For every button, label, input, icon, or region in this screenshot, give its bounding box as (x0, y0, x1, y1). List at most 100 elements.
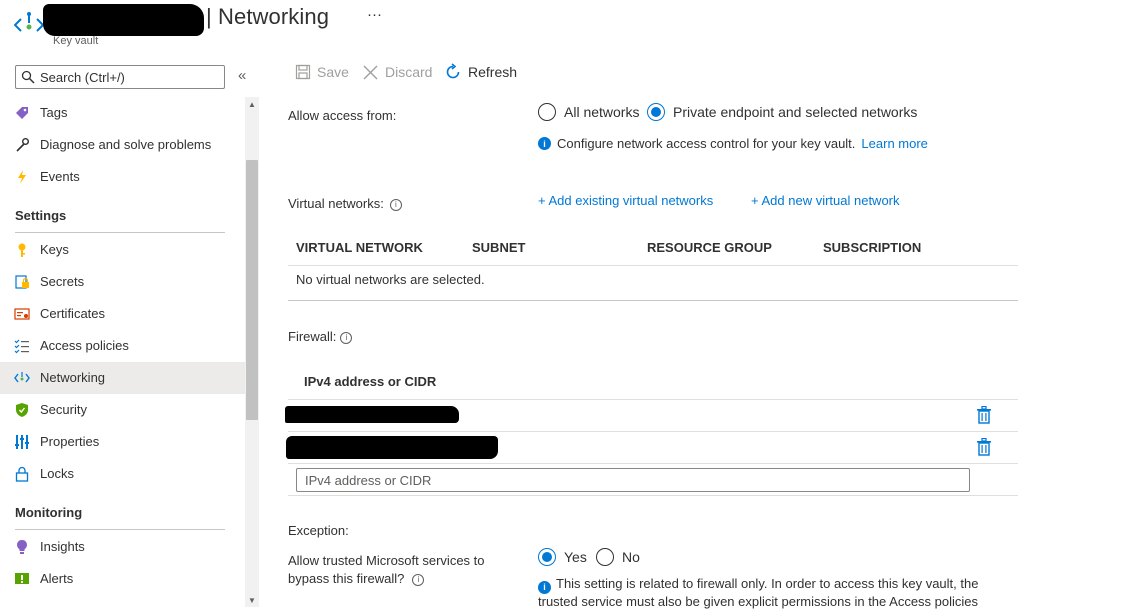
sidebar-item-label: Certificates (40, 306, 106, 321)
sidebar-item-label: Events (40, 169, 80, 184)
exception-label: Exception: (288, 523, 349, 538)
sidebar-item-diagnose[interactable]: Diagnose and solve problems (0, 129, 245, 161)
sidebar-item-events[interactable]: Events (0, 161, 245, 193)
sidebar-item-label: Insights (40, 539, 85, 554)
trusted-services-question-line1: Allow trusted Microsoft services to (288, 553, 485, 568)
exception-note-text: This setting is related to firewall only… (538, 576, 979, 609)
sidebar-item-insights[interactable]: Insights (0, 531, 245, 563)
sidebar-section-monitoring: Monitoring (15, 505, 83, 520)
firewall-label: Firewall: i (288, 329, 353, 344)
tag-icon (14, 105, 30, 121)
column-header-virtual-network[interactable]: VIRTUAL NETWORK (296, 240, 423, 255)
collapse-sidebar-button[interactable]: « (238, 67, 246, 84)
info-icon: i (538, 137, 551, 150)
refresh-label: Refresh (468, 64, 518, 80)
save-button[interactable]: Save (295, 61, 349, 83)
scroll-down-icon[interactable]: ▼ (248, 596, 256, 605)
sidebar-item-tags[interactable]: Tags (0, 97, 245, 129)
radio-exception-no[interactable]: No (596, 548, 640, 566)
scrollbar-thumb[interactable] (246, 160, 258, 420)
access-policies-icon (14, 338, 30, 354)
info-tooltip-icon[interactable]: i (412, 573, 425, 586)
search-icon (21, 70, 35, 84)
delete-icon[interactable] (976, 438, 992, 456)
column-header-resource-group[interactable]: RESOURCE GROUP (647, 240, 772, 255)
table-divider (288, 495, 1018, 496)
exception-note: i This setting is related to firewall onl… (538, 576, 988, 610)
delete-icon[interactable] (976, 406, 992, 424)
radio-label: Private endpoint and selected networks (673, 104, 918, 120)
radio-circle-selected (647, 103, 665, 121)
search-placeholder: Search (Ctrl+/) (40, 70, 125, 85)
info-tooltip-icon[interactable]: i (389, 198, 402, 211)
search-input[interactable]: Search (Ctrl+/) (15, 65, 225, 89)
column-header-subscription[interactable]: SUBSCRIPTION (823, 240, 921, 255)
learn-more-link[interactable]: Learn more (861, 136, 927, 151)
resource-type-label: Key vault (53, 35, 99, 47)
sidebar-item-keys[interactable]: Keys (0, 234, 245, 266)
add-new-vnet-link[interactable]: + Add new virtual network (751, 193, 900, 208)
sidebar-item-networking[interactable]: Networking (0, 362, 245, 394)
sidebar-item-label: Diagnose and solve problems (40, 137, 212, 152)
scroll-up-icon[interactable]: ▲ (248, 100, 256, 109)
refresh-icon (446, 63, 460, 79)
save-label: Save (317, 64, 349, 80)
add-existing-vnet-link[interactable]: + Add existing virtual networks (538, 193, 713, 208)
access-info-text: Configure network access control for you… (557, 136, 856, 151)
save-icon (295, 64, 311, 80)
sidebar-item-alerts[interactable]: Alerts (0, 563, 245, 595)
sidebar-item-certificates[interactable]: Certificates (0, 298, 245, 330)
sidebar-item-label: Alerts (40, 571, 74, 586)
sidebar-item-secrets[interactable]: Secrets (0, 266, 245, 298)
radio-all-networks[interactable]: All networks (538, 103, 639, 121)
sidebar-divider (15, 529, 225, 530)
column-header-subnet[interactable]: SUBNET (472, 240, 525, 255)
sidebar-item-access-policies[interactable]: Access policies (0, 330, 245, 362)
radio-circle (538, 103, 556, 121)
shield-icon (14, 402, 30, 418)
allow-access-label: Allow access from: (288, 108, 397, 123)
sidebar-item-label: Access policies (40, 338, 129, 353)
radio-exception-yes[interactable]: Yes (538, 548, 587, 566)
sidebar-item-label: Locks (40, 466, 74, 481)
sidebar-item-label: Secrets (40, 274, 85, 289)
lightning-icon (14, 169, 30, 185)
insights-icon (14, 539, 30, 555)
sidebar-item-label: Properties (40, 434, 100, 449)
lock-icon (14, 466, 30, 482)
radio-private-endpoint[interactable]: Private endpoint and selected networks (647, 103, 917, 121)
discard-button[interactable]: Discard (362, 61, 432, 83)
key-vault-icon (14, 12, 44, 32)
table-divider (288, 300, 1018, 301)
sidebar-item-security[interactable]: Security (0, 394, 245, 426)
table-divider (288, 431, 1018, 432)
ipv4-cidr-input[interactable] (296, 468, 970, 492)
info-icon: i (538, 580, 551, 594)
alerts-icon (14, 571, 30, 587)
sidebar-item-label: Networking (40, 370, 106, 385)
info-tooltip-icon[interactable]: i (340, 331, 353, 344)
table-divider (288, 399, 1018, 400)
refresh-button[interactable]: Refresh (444, 61, 517, 83)
sidebar-scrollbar[interactable]: ▲ ▼ (245, 97, 259, 607)
more-options-button[interactable]: ··· (367, 6, 382, 23)
sidebar-section-settings: Settings (15, 208, 67, 223)
sidebar-item-locks[interactable]: Locks (0, 458, 245, 490)
blade-header: | Networking ··· Key vault (0, 0, 1136, 56)
wrench-icon (14, 137, 30, 153)
redacted-ip-address (285, 406, 459, 423)
page-title: | Networking (206, 4, 330, 29)
trusted-services-question: bypass this firewall? i (288, 571, 425, 586)
sidebar-item-properties[interactable]: Properties (0, 426, 245, 458)
column-header-ipv4[interactable]: IPv4 address or CIDR (304, 374, 436, 389)
table-divider (288, 463, 1018, 464)
properties-icon (14, 434, 30, 450)
firewall-label-text: Firewall: (288, 329, 337, 344)
radio-circle (596, 548, 614, 566)
redacted-vault-name (43, 4, 204, 36)
sidebar-item-label: Tags (40, 105, 68, 120)
sidebar-divider (15, 232, 225, 233)
vnet-empty-message: No virtual networks are selected. (296, 272, 485, 287)
table-divider (288, 265, 1018, 266)
virtual-networks-label: Virtual networks: i (288, 196, 402, 211)
